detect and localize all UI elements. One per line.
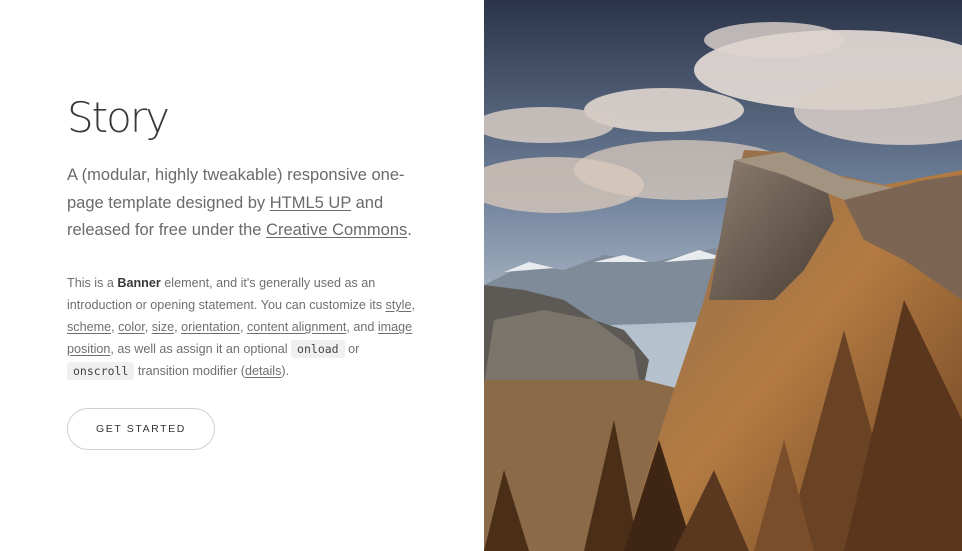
banner: Story A (modular, highly tweakable) resp… (0, 0, 962, 551)
text-span: This is a (67, 276, 118, 290)
text-span: ). (281, 364, 290, 378)
text-span: , and (346, 320, 378, 334)
onscroll-code: onscroll (67, 362, 135, 380)
orientation-link[interactable]: orientation (181, 320, 240, 334)
get-started-button[interactable]: GET STARTED (67, 408, 215, 450)
onload-code: onload (291, 340, 345, 358)
mountain-landscape-photo (484, 0, 962, 551)
style-link[interactable]: style (386, 298, 412, 312)
text-span: transition modifier ( (134, 364, 245, 378)
creative-commons-link[interactable]: Creative Commons (266, 221, 407, 239)
text-span: , as well as assign it an optional (110, 342, 292, 356)
banner-major-text: A (modular, highly tweakable) responsive… (67, 162, 427, 245)
scheme-link[interactable]: scheme (67, 320, 111, 334)
color-link[interactable]: color (118, 320, 145, 334)
content-alignment-link[interactable]: content alignment (247, 320, 346, 334)
banner-image (484, 0, 962, 551)
text-span: , (239, 320, 247, 334)
banner-content: Story A (modular, highly tweakable) resp… (0, 0, 484, 551)
html5up-link[interactable]: HTML5 UP (270, 194, 351, 212)
size-link[interactable]: size (152, 320, 174, 334)
banner-description: This is a Banner element, and it's gener… (67, 272, 417, 382)
details-link[interactable]: details (245, 364, 281, 378)
text-span: , (411, 298, 415, 312)
text-span: . (407, 221, 412, 239)
banner-strong: Banner (117, 276, 161, 290)
text-span: or (344, 342, 360, 356)
text-span: , (144, 320, 152, 334)
page-title: Story (67, 93, 170, 142)
